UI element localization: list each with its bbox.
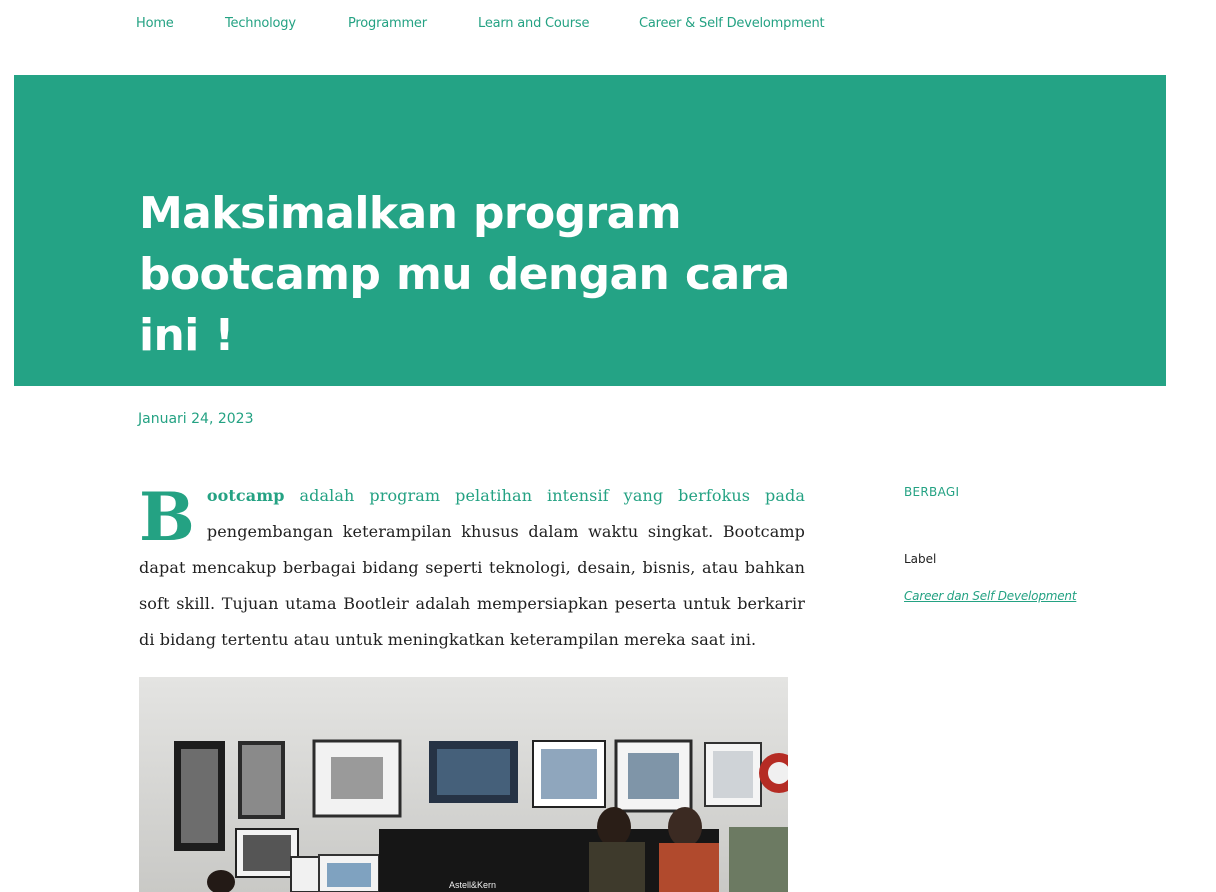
- label-heading: Label: [904, 552, 937, 566]
- post-title: Maksimalkan program bootcamp mu dengan c…: [139, 188, 790, 361]
- lead-phrase: ootcamp adalah program pelatihan intensi…: [207, 486, 805, 505]
- post-body: Bootcamp adalah program pelatihan intens…: [139, 478, 805, 658]
- post-date[interactable]: Januari 24, 2023: [138, 411, 253, 427]
- brand-logo-text: Astell&Kern: [449, 880, 496, 890]
- nav-item-learn-and-course[interactable]: Learn and Course: [478, 16, 589, 31]
- lead-green-text: adalah program pelatihan intensif yang b…: [284, 486, 805, 505]
- lead-bold-word: ootcamp: [206, 486, 285, 505]
- drop-cap: B: [139, 478, 195, 556]
- post-hero-banner: Maksimalkan program bootcamp mu dengan c…: [14, 75, 1166, 386]
- nav-item-technology[interactable]: Technology: [225, 16, 296, 31]
- label-link-career[interactable]: Career dan Self Development: [904, 589, 1077, 603]
- body-text: pengembangan keterampilan khusus dalam w…: [139, 522, 805, 649]
- share-button[interactable]: BERBAGI: [904, 485, 959, 499]
- post-image[interactable]: Astell&Kern: [139, 677, 788, 892]
- gallery-wall-illustration: Astell&Kern: [139, 677, 788, 892]
- nav-item-home[interactable]: Home: [136, 16, 174, 31]
- nav-item-career-self-development[interactable]: Career & Self Develompment: [639, 16, 825, 31]
- top-navigation: Home Technology Programmer Learn and Cou…: [0, 0, 1216, 50]
- nav-item-programmer[interactable]: Programmer: [348, 16, 427, 31]
